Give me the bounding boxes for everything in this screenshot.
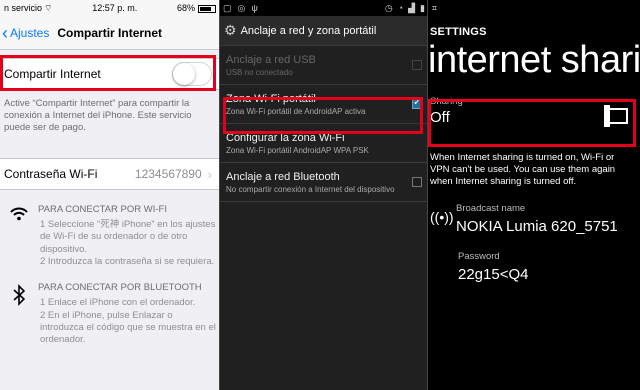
row-subtitle: Zona Wi-Fi portátil AndroidAP WPA PSK [226, 146, 369, 155]
battery-percent: 68% [176, 3, 195, 13]
bluetooth-step: 2 En el iPhone, pulse Enlazar o introduz… [40, 309, 216, 346]
gear-icon[interactable]: ⚙ [224, 22, 237, 39]
sharing-info-text: When Internet sharing is turned on, Wi-F… [430, 151, 616, 188]
page-title: internet sharing [428, 39, 640, 81]
ios-status-bar: n servicio ⌔ 12:57 p. m. 68% [0, 0, 220, 16]
back-button[interactable]: ‹ Ajustes [0, 24, 49, 42]
usb-icon: ψ [251, 3, 258, 13]
alarm-icon: ◷ [384, 2, 393, 13]
wifi-step: 1 Seleccione “死神 iPhone” en los ajustes … [40, 219, 216, 255]
page-title: Compartir Internet [57, 25, 163, 40]
broadcast-name-setting[interactable]: ((•)) Broadcast name NOKIA Lumia 620_575… [428, 203, 640, 235]
wifi-password-value: 1234567890 [134, 167, 202, 181]
back-label: Ajustes [10, 25, 50, 40]
usb-tethering-checkbox[interactable] [412, 60, 422, 70]
wifi-password-label: Contraseña Wi-Fi [4, 167, 98, 181]
wifi-instructions: PARA CONECTAR POR WI-FI 1 Seleccione “死神… [0, 190, 220, 268]
clock: 12:57 p. m. [92, 3, 138, 13]
chevron-right-icon: › [207, 166, 212, 182]
windows-phone-settings-panel: ⌗ SETTINGS internet sharing Sharing Off … [428, 0, 640, 390]
battery-icon: ▮ [420, 2, 425, 13]
carrier-label: n servicio [4, 2, 43, 13]
highlight-box [428, 99, 636, 147]
bluetooth-instructions-heading: PARA CONECTAR POR BLUETOOTH [38, 282, 202, 294]
settings-label: SETTINGS [430, 26, 487, 38]
highlight-box [0, 55, 216, 91]
highlight-box [223, 97, 423, 134]
broadcast-label: Broadcast name [456, 202, 526, 214]
row-title: Anclaje a red USB [226, 54, 316, 66]
bluetooth-tethering-row[interactable]: Anclaje a red Bluetooth No compartir con… [220, 163, 428, 202]
notification-icon: ▢ [223, 2, 232, 13]
password-setting[interactable]: Password 22g15<Q4 [458, 251, 640, 283]
battery-icon [198, 4, 216, 13]
chevron-left-icon: ‹ [2, 22, 8, 43]
password-value: 22g15<Q4 [458, 265, 529, 283]
bluetooth-tethering-checkbox[interactable] [412, 177, 422, 187]
wifi-password-row[interactable]: Contraseña Wi-Fi 1234567890 › [0, 158, 220, 190]
android-action-bar: ⚙ Anclaje a red y zona portátil [220, 16, 428, 46]
row-subtitle: No compartir conexión a Internet del dis… [226, 185, 395, 194]
wifi-icon [4, 204, 34, 268]
ios-settings-panel: n servicio ⌔ 12:57 p. m. 68% ‹ Ajustes Co… [0, 0, 220, 390]
hotspot-description: Active “Compartir Internet” para compart… [4, 98, 192, 134]
wifi-signal-icon: ◔ [397, 2, 404, 13]
row-title: Anclaje a red Bluetooth [226, 171, 340, 183]
usb-tethering-row[interactable]: Anclaje a red USB USB no conectado [220, 46, 428, 85]
wp-status-bar: ⌗ [428, 0, 640, 16]
page-title: Anclaje a red y zona portátil [240, 24, 377, 37]
android-settings-panel: ▢ ◎ ψ ◷ ◔ ▟ ▮ ⚙ Anclaje a red y zona por… [220, 0, 428, 390]
bluetooth-icon [4, 282, 34, 346]
wifi-instructions-heading: PARA CONECTAR POR WI-FI [38, 204, 167, 215]
bluetooth-step: 1 Enlace el iPhone con el ordenador. [40, 297, 196, 309]
password-label: Password [458, 250, 500, 262]
broadcast-icon: ((•)) [430, 208, 454, 225]
bluetooth-instructions: PARA CONECTAR POR BLUETOOTH 1 Enlace el … [0, 268, 220, 346]
hotspot-notification-icon: ◎ [237, 2, 246, 13]
android-status-bar: ▢ ◎ ψ ◷ ◔ ▟ ▮ [220, 0, 428, 16]
broadcast-value: NOKIA Lumia 620_5751 [456, 217, 618, 235]
wifi-step: 2 Introduzca la contraseña si se requier… [40, 256, 215, 268]
wifi-signal-icon: ⌔ [44, 2, 53, 13]
cell-signal-icon: ▟ [408, 2, 416, 13]
hotspot-status-icon: ⌗ [432, 2, 438, 13]
ios-nav-bar: ‹ Ajustes Compartir Internet [0, 16, 220, 50]
row-subtitle: USB no conectado [226, 68, 293, 77]
